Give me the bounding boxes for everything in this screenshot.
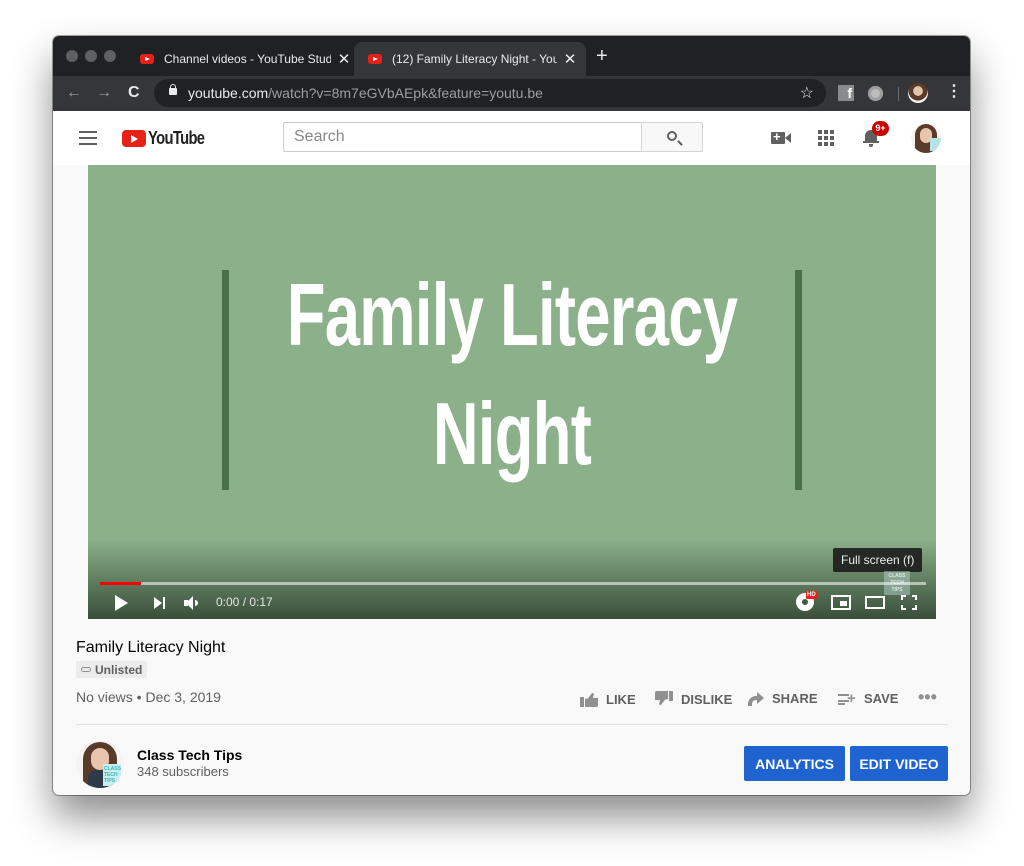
video-meta: No views • Dec 3, 2019 [76,689,221,705]
youtube-logo[interactable]: YouTube [122,128,217,149]
url-host: youtube.com [188,85,269,101]
record-extension-icon[interactable] [868,86,883,101]
window-close-button[interactable] [66,50,78,62]
slide-title-line-1: Family Literacy [286,265,738,364]
search-field[interactable] [283,122,641,152]
notification-count-badge: 9+ [872,121,889,136]
tab-title: (12) Family Literacy Night - YouTube [392,52,557,66]
time-display: 0:00 / 0:17 [216,595,273,609]
tab-family-literacy-night[interactable]: (12) Family Literacy Night - YouTube ✕ [354,42,586,76]
create-video-icon[interactable] [771,129,791,144]
address-bar[interactable]: youtube.com/watch?v=8m7eGVbAEpk&feature=… [154,79,826,107]
facebook-extension-icon[interactable]: f [838,85,854,101]
tab-channel-videos[interactable]: Channel videos - YouTube Studio ✕ [131,42,351,76]
fullscreen-button[interactable] [901,595,917,610]
forward-button[interactable]: → [96,83,112,103]
miniplayer-button[interactable] [831,595,851,610]
channel-name[interactable]: Class Tech Tips [137,747,242,763]
play-button[interactable] [115,595,128,611]
lock-icon [169,84,177,95]
browser-window: Channel videos - YouTube Studio ✕ (12) F… [53,36,970,795]
volume-button[interactable] [184,596,200,610]
search-input[interactable] [284,123,641,151]
privacy-badge: Unlisted [76,661,148,678]
theater-mode-button[interactable] [865,596,885,609]
link-icon [81,667,91,672]
thumbs-up-icon [580,691,598,707]
fullscreen-tooltip: Full screen (f) [833,548,923,572]
playlist-add-icon [838,690,856,707]
section-divider [76,724,948,725]
save-button[interactable]: SAVE [838,690,899,707]
new-tab-button[interactable]: + [596,46,608,66]
share-button[interactable]: SHARE [748,691,818,706]
youtube-wordmark: YouTube [148,128,205,148]
profile-avatar[interactable] [908,83,928,103]
share-arrow-icon [748,691,764,706]
hd-badge: HD [806,591,817,599]
apps-grid-icon[interactable] [818,130,834,146]
dislike-button[interactable]: DISLIKE [655,691,732,707]
channel-avatar-tag: CLASS TECH TIPS [103,764,121,786]
progress-bar[interactable] [100,582,926,585]
toolbar-divider [898,87,899,101]
url-text[interactable]: youtube.com/watch?v=8m7eGVbAEpk&feature=… [188,85,543,101]
search-button[interactable] [641,122,703,152]
like-label: LIKE [606,691,636,707]
subscriber-count: 348 subscribers [137,764,229,779]
youtube-play-logo-icon [122,130,146,147]
bookmark-star-icon[interactable]: ☆ [800,83,814,103]
youtube-header: YouTube 9+ [53,111,970,165]
channel-avatar[interactable]: CLASS TECH TIPS [76,740,124,788]
save-label: SAVE [864,691,899,706]
tab-strip: Channel videos - YouTube Studio ✕ (12) F… [53,36,970,76]
video-player[interactable]: Family Literacy Night Full screen (f) CL… [88,165,936,619]
analytics-button[interactable]: ANALYTICS [744,746,845,781]
privacy-label: Unlisted [95,662,143,677]
share-label: SHARE [772,691,818,706]
tab-close-icon[interactable]: ✕ [563,50,577,68]
browser-toolbar: ← → C youtube.com/watch?v=8m7eGVbAEpk&fe… [53,76,970,111]
hamburger-menu-icon[interactable] [79,131,97,145]
edit-video-button[interactable]: EDIT VIDEO [850,746,948,781]
browser-menu-icon[interactable]: ⋮ [946,84,962,100]
youtube-favicon-icon [368,54,382,64]
tab-title: Channel videos - YouTube Studio [164,52,332,66]
account-avatar[interactable] [911,123,941,153]
thumbs-down-icon [655,691,673,707]
window-maximize-button[interactable] [104,50,116,62]
more-actions-icon[interactable]: ••• [918,687,937,708]
next-button[interactable] [154,597,166,609]
url-path: /watch?v=8m7eGVbAEpk&feature=youtu.be [268,85,543,101]
video-title: Family Literacy Night [76,639,226,656]
back-button[interactable]: ← [66,83,82,103]
progress-bar-played [100,582,142,585]
search-icon [667,131,677,141]
youtube-favicon-icon [140,54,154,64]
like-button[interactable]: LIKE [580,691,636,707]
dislike-label: DISLIKE [681,691,733,707]
reload-button[interactable]: C [128,83,140,103]
slide-title-line-2: Night [432,384,592,483]
window-minimize-button[interactable] [85,50,97,62]
tab-close-icon[interactable]: ✕ [337,50,351,68]
